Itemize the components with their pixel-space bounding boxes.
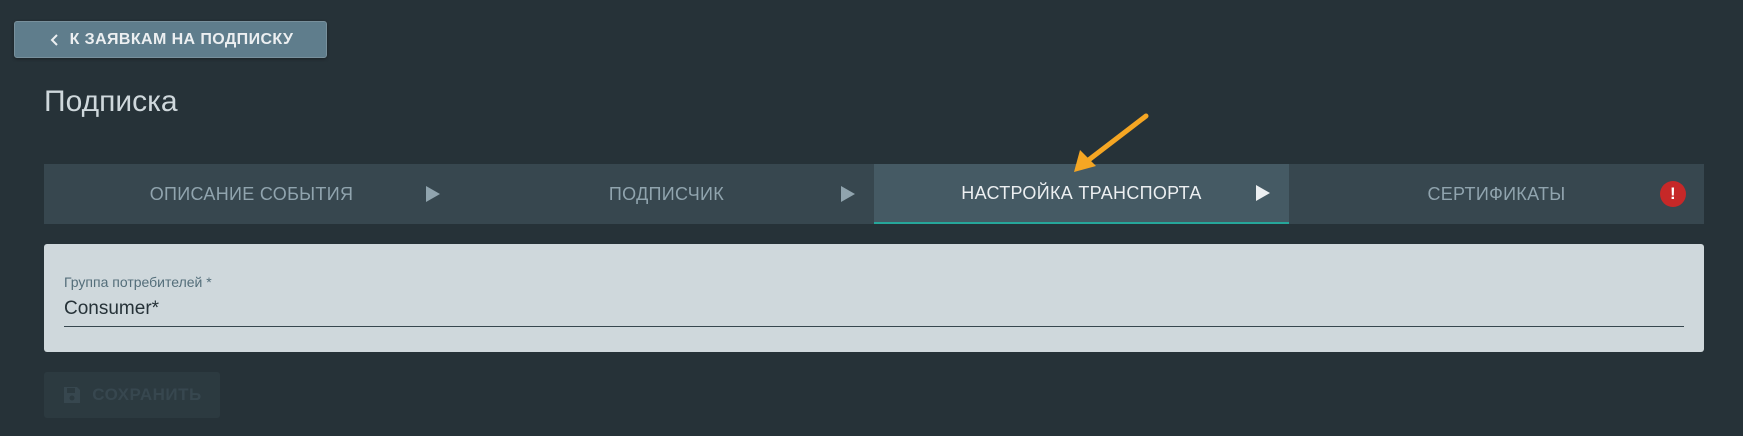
save-button-label: СОХРАНИТЬ xyxy=(92,385,202,404)
step-label: СЕРТИФИКАТЫ xyxy=(1427,183,1566,204)
step-certificates[interactable]: СЕРТИФИКАТЫ ! xyxy=(1289,164,1704,224)
chevron-left-icon xyxy=(50,33,58,46)
back-button-label: К ЗАЯВКАМ НА ПОДПИСКУ xyxy=(69,30,294,48)
page-title: Подписка xyxy=(44,85,178,118)
step-label: ОПИСАНИЕ СОБЫТИЯ xyxy=(149,183,354,204)
stepper: ОПИСАНИЕ СОБЫТИЯ ПОДПИСЧИК НАСТРОЙКА ТРА… xyxy=(44,164,1704,224)
subscription-page: К ЗАЯВКАМ НА ПОДПИСКУ Подписка ОПИСАНИЕ … xyxy=(0,0,1743,436)
floppy-disk-icon xyxy=(64,387,81,403)
back-to-subscription-requests-button[interactable]: К ЗАЯВКАМ НА ПОДПИСКУ xyxy=(14,21,327,58)
consumer-group-label: Группа потребителей * xyxy=(64,274,212,290)
play-arrow-icon xyxy=(1256,185,1270,201)
step-transport-settings[interactable]: НАСТРОЙКА ТРАНСПОРТА xyxy=(874,164,1289,224)
consumer-group-field: Группа потребителей * xyxy=(64,274,1684,327)
step-label: НАСТРОЙКА ТРАНСПОРТА xyxy=(961,182,1202,203)
transport-settings-card: Группа потребителей * xyxy=(44,244,1704,352)
step-label: ПОДПИСЧИК xyxy=(608,183,725,204)
play-arrow-icon xyxy=(426,186,440,202)
step-event-description[interactable]: ОПИСАНИЕ СОБЫТИЯ xyxy=(44,164,459,224)
save-button[interactable]: СОХРАНИТЬ xyxy=(44,372,220,418)
step-subscriber[interactable]: ПОДПИСЧИК xyxy=(459,164,874,224)
play-arrow-icon xyxy=(841,186,855,202)
error-icon: ! xyxy=(1660,181,1686,207)
consumer-group-input[interactable] xyxy=(64,296,1684,327)
